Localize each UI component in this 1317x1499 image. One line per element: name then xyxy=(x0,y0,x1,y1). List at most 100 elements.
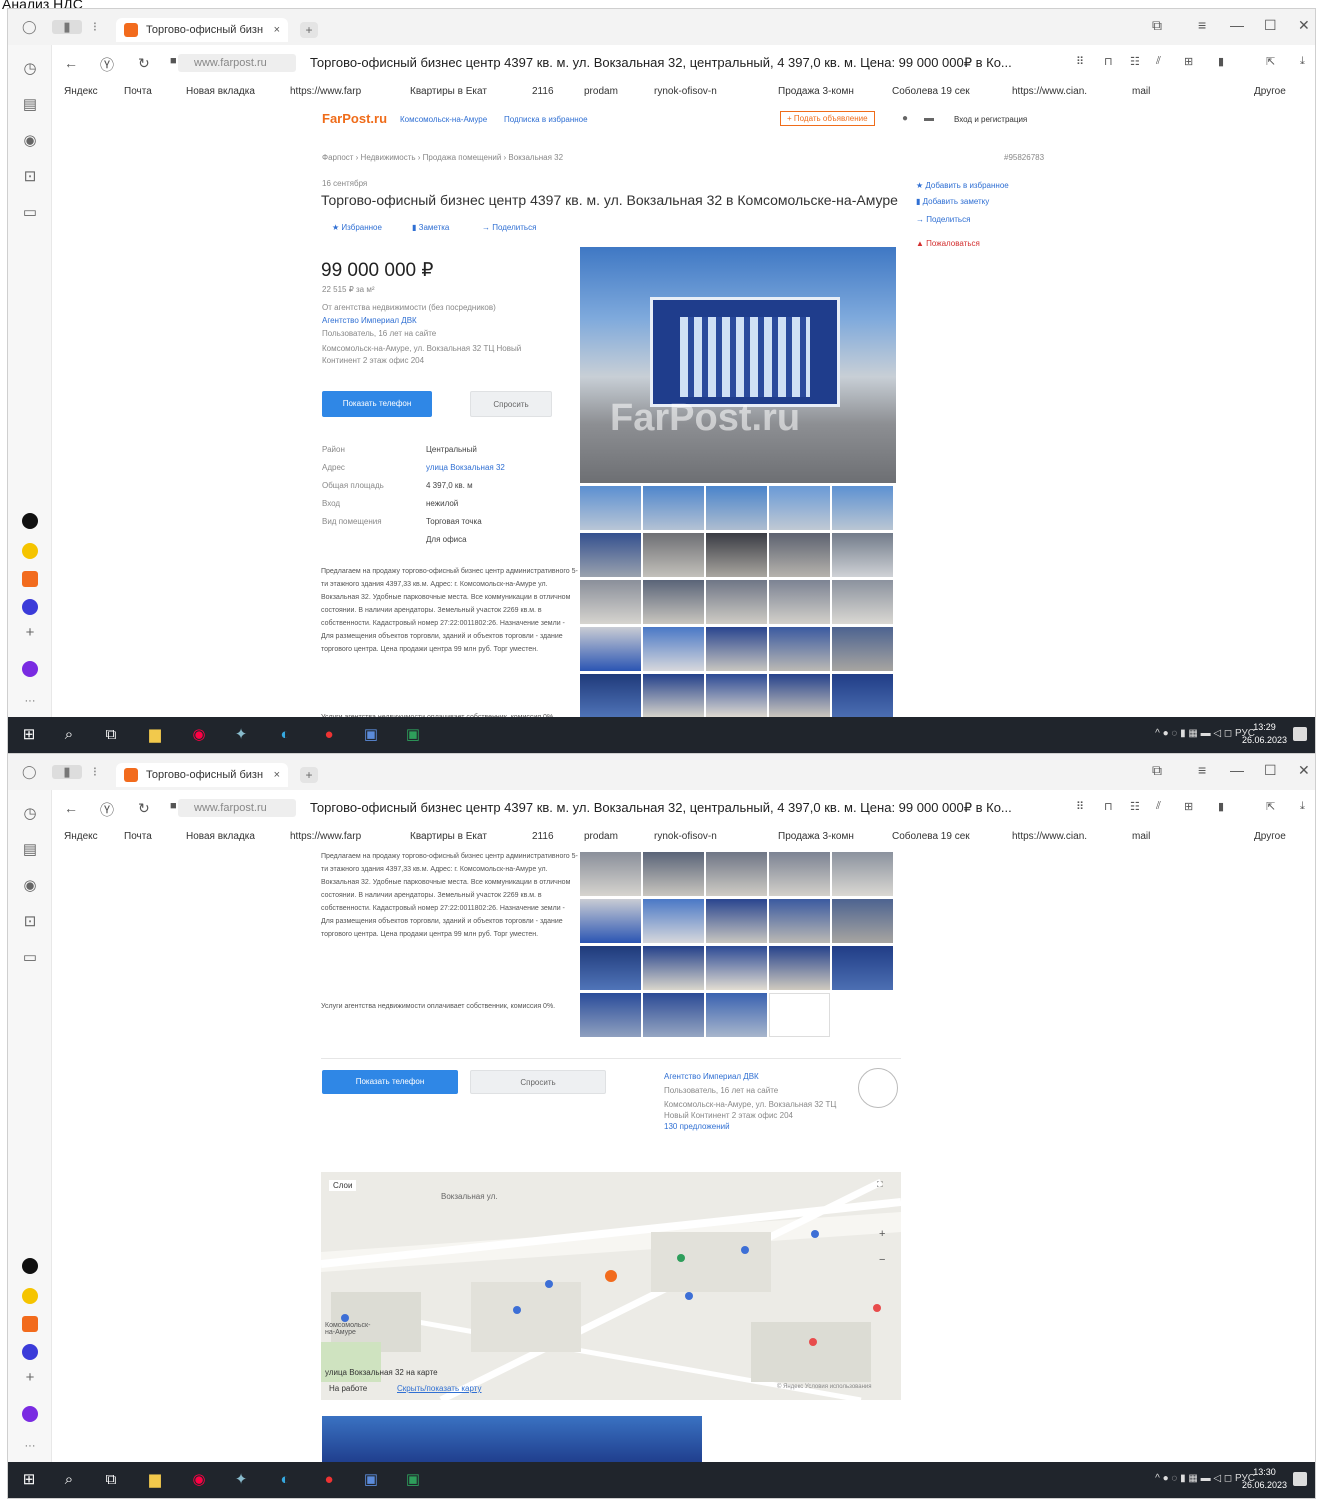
mail-icon[interactable] xyxy=(22,1316,38,1332)
search-icon[interactable]: ⌕ xyxy=(58,725,80,745)
browser-tab[interactable]: Торгово-офисный бизн × xyxy=(116,763,288,787)
photo-thumb[interactable] xyxy=(832,946,893,990)
map-pin-icon[interactable] xyxy=(605,1270,617,1282)
more-icon[interactable]: ··· xyxy=(20,1436,40,1456)
photo-thumb[interactable] xyxy=(832,674,893,718)
photo-thumb[interactable] xyxy=(706,486,767,530)
extensions-icon[interactable]: ☷ xyxy=(1130,800,1140,813)
map-address-link[interactable]: улица Вокзальная 32 на карте xyxy=(325,1368,438,1377)
share-icon[interactable]: ⇱ xyxy=(1266,55,1275,68)
photo-thumb[interactable] xyxy=(769,946,830,990)
menu-icon[interactable]: ≡ xyxy=(1198,17,1206,33)
show-phone-button[interactable]: Показать телефон xyxy=(322,391,432,417)
avatar[interactable] xyxy=(858,1068,898,1108)
word-icon[interactable]: ▣ xyxy=(360,1470,382,1490)
bookmark-item[interactable]: https://www.cian. xyxy=(1012,86,1087,97)
yandex-icon[interactable]: Ⓨ xyxy=(100,800,114,820)
photo-thumb[interactable] xyxy=(643,946,704,990)
submit-ad-button[interactable]: + Подать объявление xyxy=(780,111,875,126)
share-action[interactable]: → Поделиться xyxy=(482,223,536,232)
map-poi-icon[interactable] xyxy=(513,1306,521,1314)
photo-thumb[interactable] xyxy=(643,533,704,577)
tab-close-icon[interactable]: × xyxy=(274,18,280,42)
close-window-icon[interactable]: ✕ xyxy=(1298,17,1310,34)
map-fullscreen-icon[interactable]: ⛶ xyxy=(877,1180,883,1190)
alice-icon[interactable] xyxy=(22,1258,38,1274)
bookmark-item[interactable]: https://www.farp xyxy=(290,86,361,97)
photo-thumb[interactable] xyxy=(580,852,641,896)
bookmark-item[interactable]: 2116 xyxy=(532,831,554,842)
file-explorer-icon[interactable]: ▆ xyxy=(144,1470,166,1490)
bookmark-item[interactable]: Яндекс xyxy=(64,831,98,842)
bookmark-item[interactable]: mail xyxy=(1132,86,1150,97)
add-panel-icon[interactable]: + xyxy=(20,1368,40,1388)
reader-icon[interactable]: ⊓ xyxy=(1104,55,1113,68)
photo-thumb[interactable] xyxy=(706,674,767,718)
word-icon[interactable]: ▣ xyxy=(360,725,382,745)
photo-thumb[interactable] xyxy=(706,533,767,577)
city-link[interactable]: Комсомольск-на-Амуре xyxy=(400,115,487,124)
back-icon[interactable]: ← xyxy=(64,55,78,71)
side-note[interactable]: ▮ Добавить заметку xyxy=(916,197,989,206)
map-toggle-link[interactable]: Скрыть/показать карту xyxy=(397,1384,482,1393)
alice-assistant-icon[interactable] xyxy=(22,1406,38,1422)
map-layers-button[interactable]: Слои xyxy=(329,1180,357,1191)
profile-icon[interactable]: ◯ xyxy=(22,765,37,779)
app-icon[interactable]: ✦ xyxy=(230,725,252,745)
photo-thumb[interactable] xyxy=(769,852,830,896)
side-share[interactable]: → Поделиться xyxy=(916,215,970,224)
breadcrumb[interactable]: Фарпост › Недвижимость › Продажа помещен… xyxy=(322,153,563,162)
bookmark-item[interactable]: mail xyxy=(1132,831,1150,842)
clock[interactable]: 13:30 26.06.2023 xyxy=(1242,1466,1287,1492)
excel-icon[interactable]: ▣ xyxy=(402,1470,424,1490)
messages-icon[interactable]: ▬ xyxy=(924,113,934,124)
photo-thumb[interactable] xyxy=(706,946,767,990)
play-icon[interactable]: ◉ xyxy=(20,131,40,151)
maps-icon[interactable] xyxy=(22,543,38,559)
photo-thumb[interactable] xyxy=(580,899,641,943)
maximize-icon[interactable]: ☐ xyxy=(1264,17,1277,34)
share-icon[interactable]: ⇱ xyxy=(1266,800,1275,813)
extensions-icon[interactable]: ☷ xyxy=(1130,55,1140,68)
photo-thumb[interactable] xyxy=(706,852,767,896)
photo-thumb[interactable] xyxy=(643,580,704,624)
new-tab-button[interactable]: + xyxy=(300,767,318,783)
photo-thumb[interactable] xyxy=(580,486,641,530)
yandex-icon[interactable]: ● xyxy=(318,1470,340,1490)
yandex-browser-icon[interactable]: ◉ xyxy=(188,1470,210,1490)
map[interactable]: Слои Вокзальная ул. Комсомольск-на-Амуре… xyxy=(321,1172,901,1400)
excel-icon[interactable]: ▣ xyxy=(402,725,424,745)
map-zoom-in-icon[interactable]: + xyxy=(879,1228,885,1240)
photo-thumb[interactable] xyxy=(643,486,704,530)
yandex-browser-icon[interactable]: ◉ xyxy=(188,725,210,745)
edge-icon[interactable]: ◐ xyxy=(274,725,296,745)
tabs-menu-icon[interactable]: ⁝ xyxy=(88,20,102,34)
minimize-icon[interactable]: — xyxy=(1230,762,1244,778)
downloads-icon[interactable]: ⊡ xyxy=(20,167,40,187)
more-icon[interactable]: ··· xyxy=(20,691,40,711)
map-favorite[interactable]: На работе xyxy=(329,1384,367,1393)
mail-icon[interactable] xyxy=(22,571,38,587)
yandex-icon[interactable]: ● xyxy=(318,725,340,745)
url-field[interactable]: www.farpost.ru xyxy=(178,54,296,72)
bookmark-item[interactable]: Продажа 3-комн xyxy=(778,831,854,842)
screenshot-icon[interactable]: ⊞ xyxy=(1184,55,1193,68)
photo-thumb[interactable] xyxy=(832,533,893,577)
translate-icon[interactable]: ⠿ xyxy=(1076,55,1084,68)
photo-thumb[interactable] xyxy=(832,852,893,896)
start-icon[interactable]: ⊞ xyxy=(18,1470,40,1490)
agency-name[interactable]: Агентство Империал ДВК xyxy=(664,1072,759,1081)
bookmark-item[interactable]: Новая вкладка xyxy=(186,831,255,842)
profile-icon[interactable]: ◯ xyxy=(22,20,37,34)
subscribe-link[interactable]: Подписка в избранное xyxy=(504,115,588,124)
tabs-counter-icon[interactable]: ▮ xyxy=(52,20,82,34)
map-poi-icon[interactable] xyxy=(873,1304,881,1312)
reload-icon[interactable]: ↻ xyxy=(138,800,150,817)
photo-thumb[interactable] xyxy=(769,486,830,530)
map-poi-icon[interactable] xyxy=(809,1338,817,1346)
yandex-icon[interactable]: Ⓨ xyxy=(100,55,114,75)
bookmark-item[interactable]: Соболева 19 сек xyxy=(892,86,970,97)
photo-thumb[interactable] xyxy=(643,993,704,1037)
back-icon[interactable]: ← xyxy=(64,800,78,816)
pin-icon[interactable]: ⫽ xyxy=(1156,55,1161,68)
